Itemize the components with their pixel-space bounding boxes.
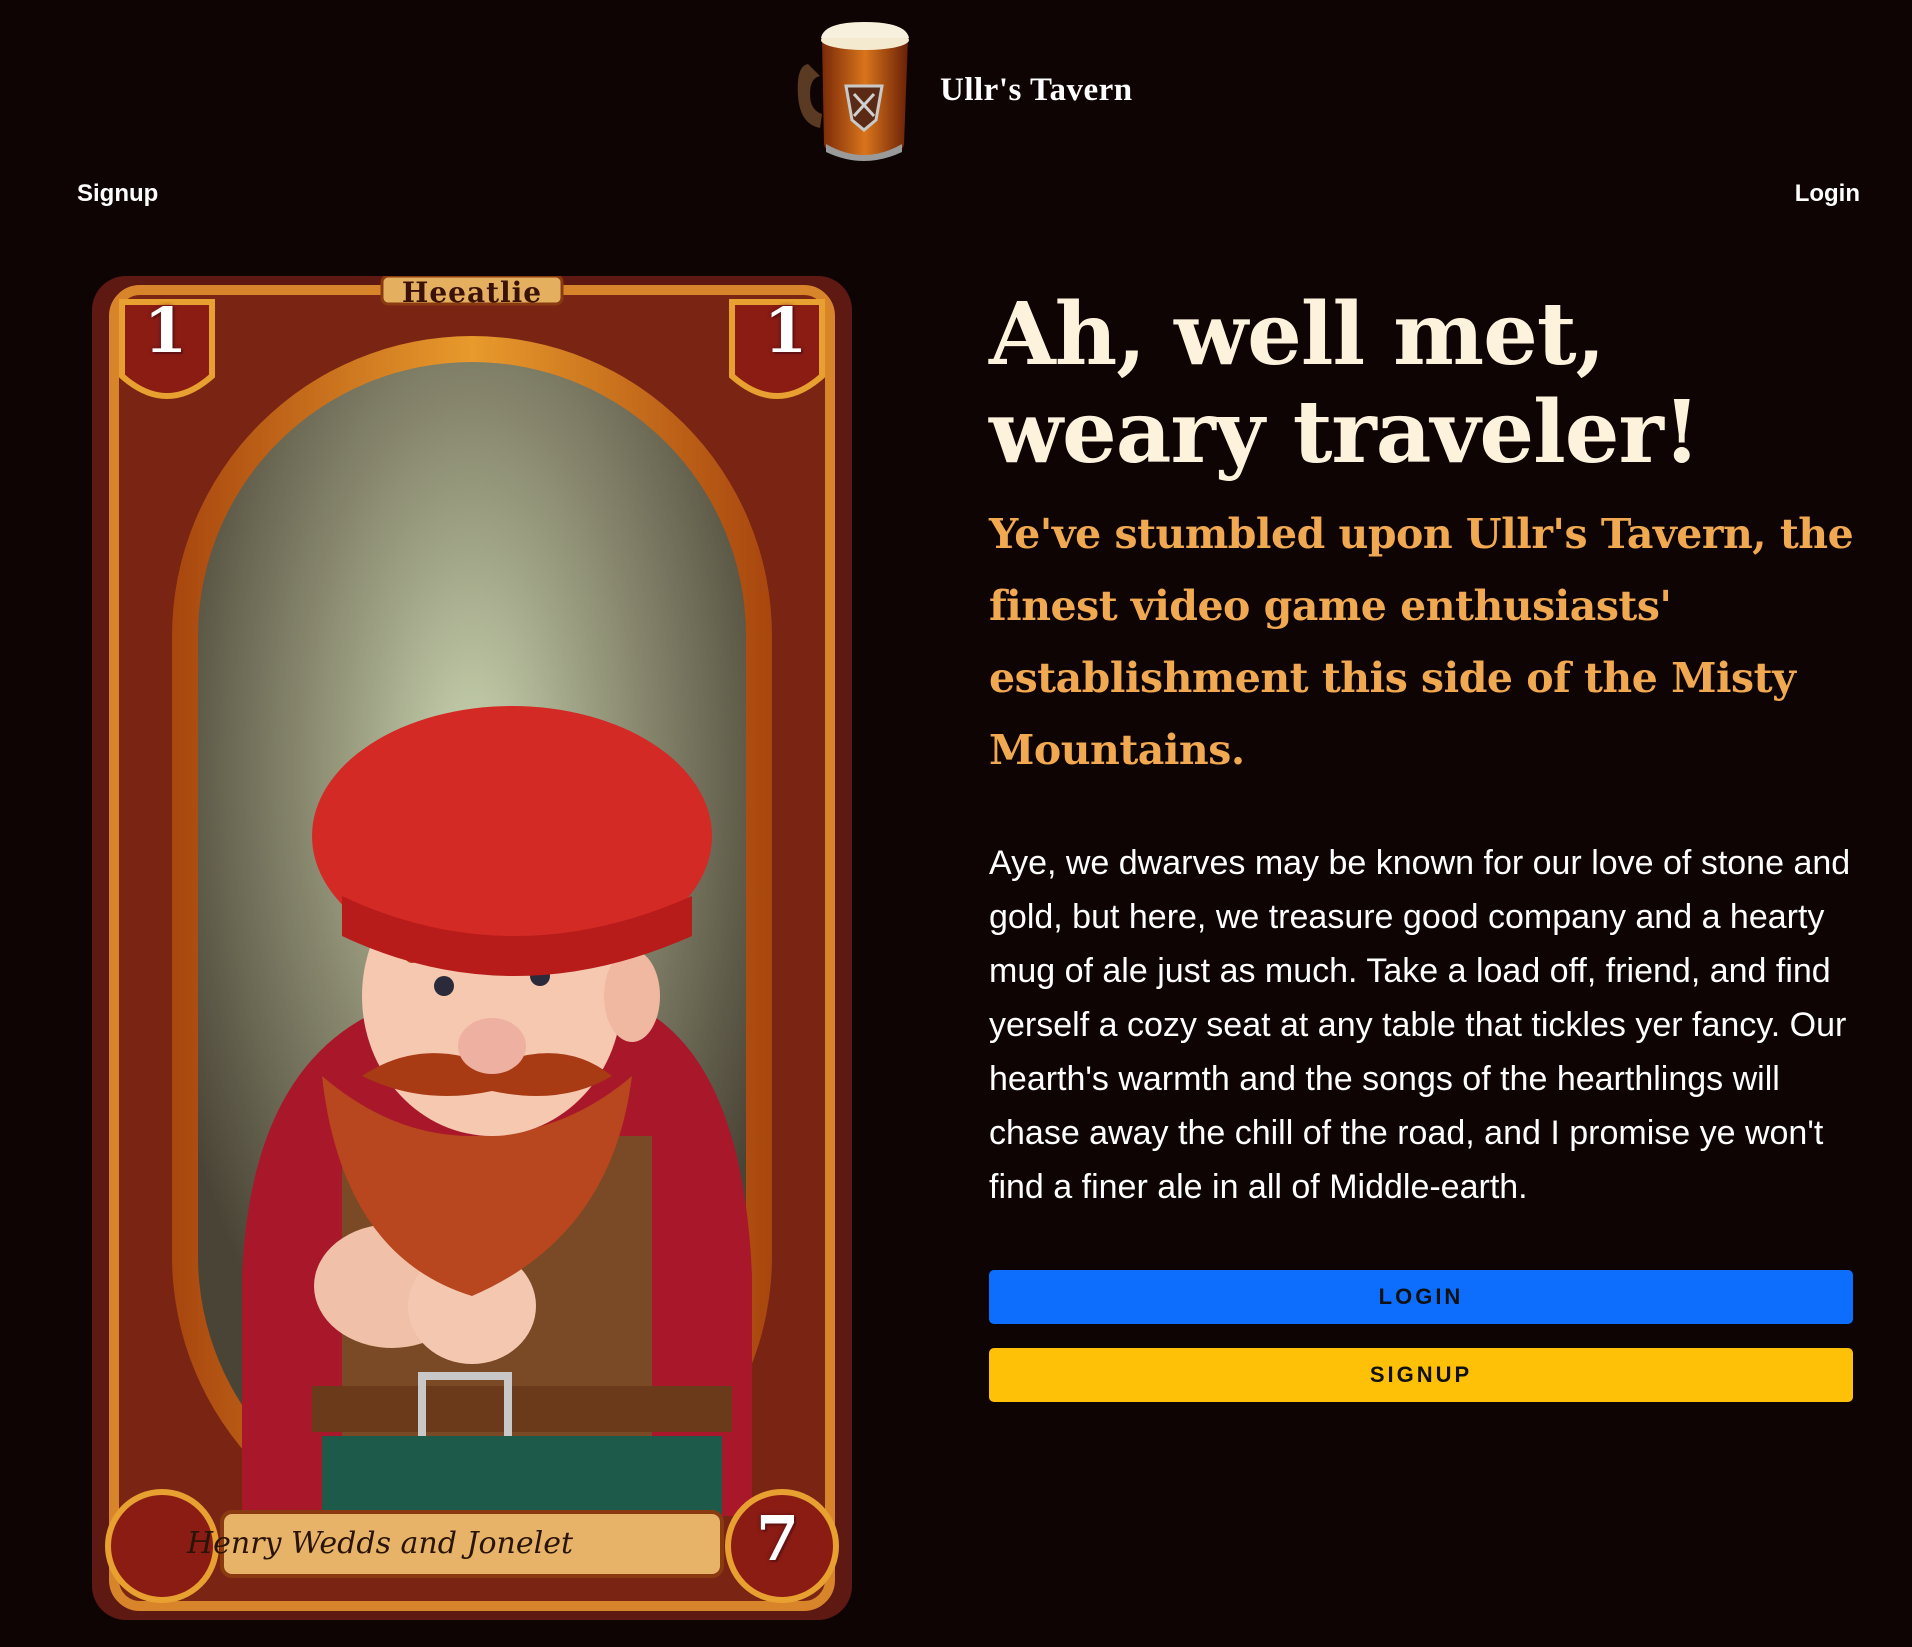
nav-login-link[interactable]: Login — [1795, 180, 1860, 208]
hero-content: Ah, well met, weary traveler! Ye've stum… — [989, 286, 1855, 1402]
hero-subheadline: Ye've stumbled upon Ullr's Tavern, the f… — [989, 510, 1854, 774]
dwarf-card-illustration: Heeatlie 1 1 7 — [92, 276, 852, 1620]
dwarf-card-art — [92, 276, 852, 1620]
card-caption: Henry Wedds and Jonelet — [186, 1526, 574, 1561]
nav-signup-link[interactable]: Signup — [77, 180, 158, 208]
card-bottom-right-number: 7 — [756, 1502, 800, 1575]
signup-button[interactable]: SIGNUP — [989, 1348, 1853, 1402]
brand-name[interactable]: Ullr's Tavern — [940, 72, 1133, 109]
hero-body-text: Aye, we dwarves may be known for our lov… — [989, 844, 1851, 1206]
card-top-left-number: 1 — [144, 294, 188, 367]
brand[interactable]: Ullr's Tavern — [796, 16, 1133, 164]
hero-headline: Ah, well met, weary traveler! — [989, 284, 1701, 483]
card-top-right-number: 1 — [764, 294, 808, 367]
beer-mug-icon — [797, 22, 909, 161]
login-button[interactable]: LOGIN — [989, 1270, 1853, 1324]
card-title: Heeatlie — [401, 276, 543, 309]
